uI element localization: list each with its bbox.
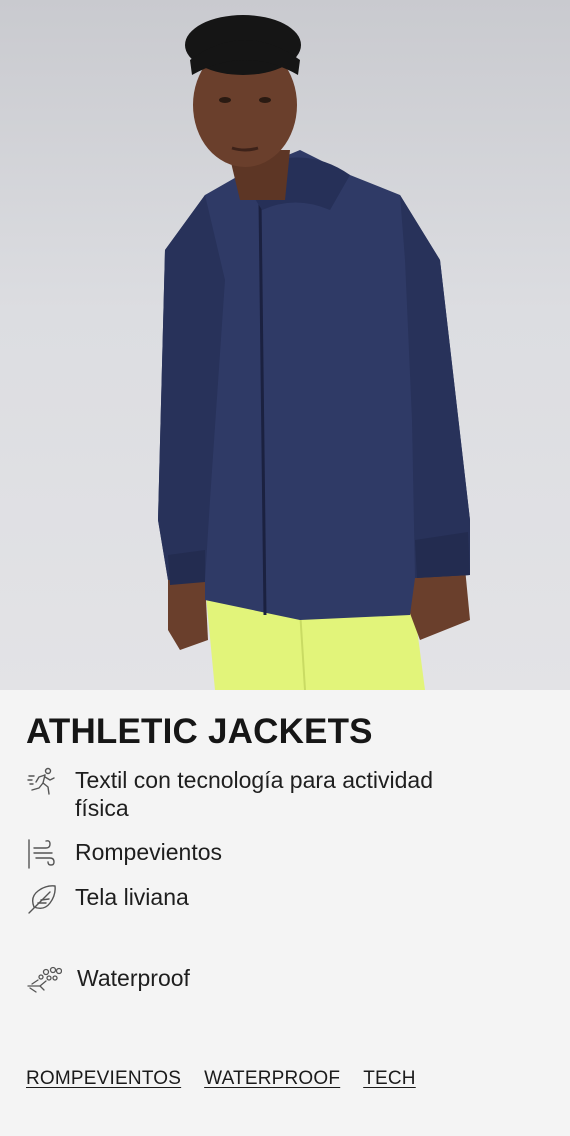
tag-link-rompevientos[interactable]: ROMPEVIENTOS <box>26 1068 181 1090</box>
feature-label: Textil con tecnología para actividad fís… <box>75 767 433 821</box>
feather-icon <box>26 883 58 915</box>
feature-label: Waterproof <box>77 965 190 991</box>
feature-item-waterproof: Waterproof <box>26 964 437 996</box>
product-info: ATHLETIC JACKETS Textil con tecnología p… <box>0 690 570 1136</box>
feature-item-tela-liviana: Tela liviana <box>26 883 435 915</box>
product-hero-image <box>0 0 570 690</box>
running-person-icon <box>26 766 58 798</box>
feature-label: Rompevientos <box>75 839 223 865</box>
wind-icon <box>26 838 58 870</box>
water-droplets-icon <box>26 964 62 996</box>
tag-links: ROMPEVIENTOS WATERPROOF TECH <box>26 1068 416 1090</box>
feature-label: Tela liviana <box>75 884 189 910</box>
product-title: ATHLETIC JACKETS <box>26 712 373 751</box>
model-photo <box>158 15 470 690</box>
tag-link-tech[interactable]: TECH <box>363 1068 416 1090</box>
feature-item-rompevientos: Rompevientos <box>26 838 435 870</box>
feature-item-tecnologia: Textil con tecnología para actividad fís… <box>26 766 435 822</box>
tag-link-waterproof[interactable]: WATERPROOF <box>204 1068 340 1090</box>
